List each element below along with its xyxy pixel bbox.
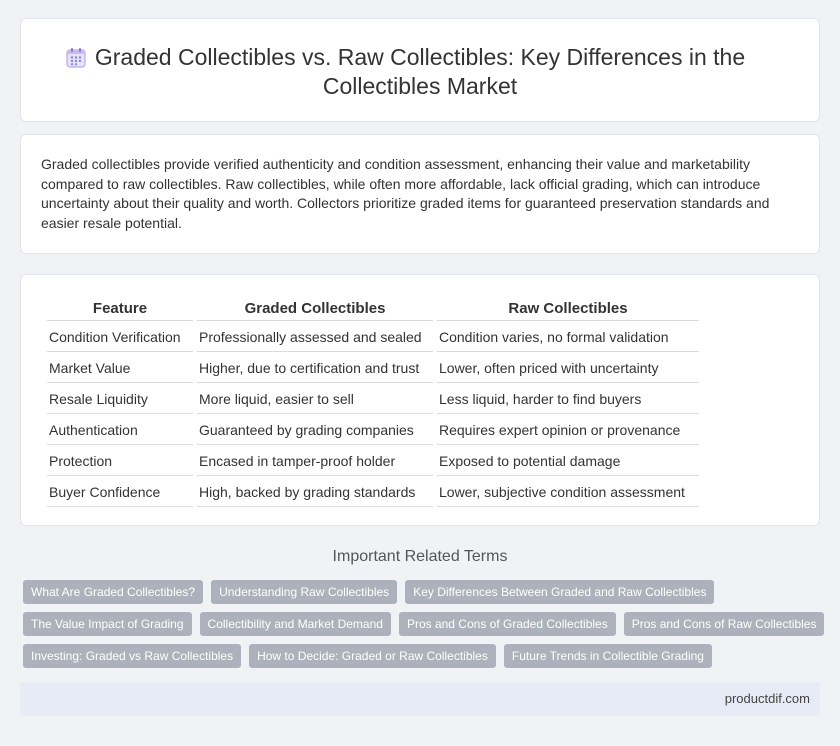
related-term-link[interactable]: Understanding Raw Collectibles [211,580,398,604]
table-cell: High, backed by grading standards [197,478,433,507]
table-cell: Professionally assessed and sealed [197,323,433,352]
related-term-link[interactable]: Pros and Cons of Raw Collectibles [623,612,825,636]
header-card: Graded Collectibles vs. Raw Collectibles… [20,18,820,122]
footer-brand: productdif.com [724,691,810,706]
table-header-row: Feature Graded Collectibles Raw Collecti… [47,299,699,321]
column-header: Feature [47,299,193,321]
related-term-link[interactable]: What Are Graded Collectibles? [23,580,204,604]
table-cell: Market Value [47,354,193,383]
table-row: Authentication Guaranteed by grading comp… [47,416,699,445]
table-cell: Guaranteed by grading companies [197,416,433,445]
table-cell: Encased in tamper-proof holder [197,447,433,476]
related-term-link[interactable]: How to Decide: Graded or Raw Collectible… [249,644,496,668]
comparison-table: Feature Graded Collectibles Raw Collecti… [43,297,703,509]
table-row: Market Value Higher, due to certification… [47,354,699,383]
column-header: Graded Collectibles [197,299,433,321]
related-term-link[interactable]: Collectibility and Market Demand [199,612,391,636]
intro-card: Graded collectibles provide verified aut… [20,134,820,254]
table-cell: Condition Verification [47,323,193,352]
table-cell: Buyer Confidence [47,478,193,507]
table-row: Buyer Confidence High, backed by grading … [47,478,699,507]
table-cell: Exposed to potential damage [437,447,699,476]
table-cell: Less liquid, harder to find buyers [437,385,699,414]
related-term-link[interactable]: Pros and Cons of Graded Collectibles [398,612,616,636]
related-term-link[interactable]: Future Trends in Collectible Grading [503,644,712,668]
footer: productdif.com [20,682,820,716]
table-cell: Condition varies, no formal validation [437,323,699,352]
table-row: Condition Verification Professionally ass… [47,323,699,352]
related-terms-title: Important Related Terms [332,548,508,565]
table-cell: Protection [47,447,193,476]
related-terms-row: The Value Impact of Grading Collectibilit… [23,612,825,636]
column-header: Raw Collectibles [437,299,699,321]
page-title: Graded Collectibles vs. Raw Collectibles… [94,44,746,99]
table-cell: Resale Liquidity [47,385,193,414]
table-row: Resale Liquidity More liquid, easier to s… [47,385,699,414]
related-term-link[interactable]: Key Differences Between Graded and Raw C… [405,580,715,604]
related-term-link[interactable]: Investing: Graded vs Raw Collectibles [23,644,242,668]
table-cell: Authentication [47,416,193,445]
related-terms-list: What Are Graded Collectibles? Understandi… [23,580,825,676]
comparison-table-card: Feature Graded Collectibles Raw Collecti… [20,274,820,526]
table-cell: Lower, often priced with uncertainty [437,354,699,383]
table-cell: Requires expert opinion or provenance [437,416,699,445]
table-cell: Higher, due to certification and trust [197,354,433,383]
table-row: Protection Encased in tamper-proof holder… [47,447,699,476]
related-terms-row: Investing: Graded vs Raw Collectibles How… [23,644,823,668]
table-cell: Lower, subjective condition assessment [437,478,699,507]
related-terms-row: What Are Graded Collectibles? Understandi… [23,580,823,604]
related-term-link[interactable]: The Value Impact of Grading [23,612,192,636]
intro-paragraph: Graded collectibles provide verified aut… [41,156,770,231]
table-cell: More liquid, easier to sell [197,385,433,414]
